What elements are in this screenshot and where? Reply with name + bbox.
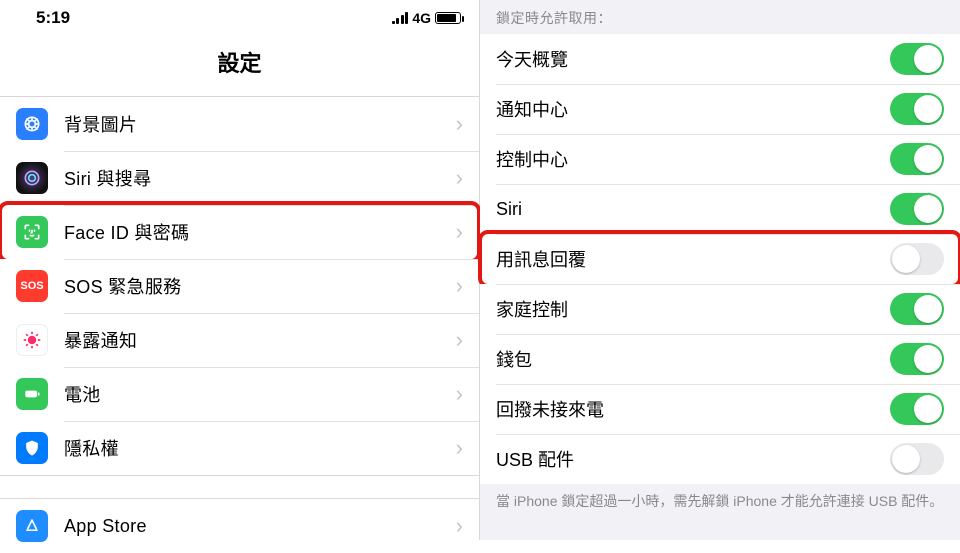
wallpaper-icon	[16, 108, 48, 140]
siri-icon	[16, 162, 48, 194]
footer-note: 當 iPhone 鎖定超過一小時，需先解鎖 iPhone 才能允許連接 USB …	[480, 484, 960, 512]
exposure-icon	[16, 324, 48, 356]
toggle-label: 通知中心	[496, 96, 890, 122]
settings-row[interactable]: Face ID 與密碼›	[0, 205, 479, 259]
settings-label: 背景圖片	[64, 111, 456, 137]
chevron-right-icon: ›	[456, 167, 463, 189]
settings-label: SOS 緊急服務	[64, 273, 456, 299]
privacy-icon	[16, 432, 48, 464]
toggle-switch[interactable]	[890, 43, 944, 75]
toggle-row: 用訊息回覆	[480, 234, 960, 284]
toggle-switch[interactable]	[890, 243, 944, 275]
settings-label: 電池	[64, 381, 456, 407]
toggle-switch[interactable]	[890, 193, 944, 225]
status-right: 4G	[392, 10, 461, 26]
settings-row[interactable]: SOS SOS 緊急服務›	[0, 259, 479, 313]
toggle-switch[interactable]	[890, 143, 944, 175]
settings-row[interactable]: 電池›	[0, 367, 479, 421]
appstore-icon	[16, 510, 48, 542]
chevron-right-icon: ›	[456, 383, 463, 405]
allow-access-list: 今天概覽通知中心控制中心 Siri 用訊息回覆家庭控制錢包回撥未接來電 USB 配件	[480, 34, 960, 484]
toggle-label: 家庭控制	[496, 296, 890, 322]
status-time: 5:19	[36, 8, 70, 28]
faceid-allow-panel: 鎖定時允許取用： 今天概覽通知中心控制中心 Siri 用訊息回覆家庭控制錢包回撥未接…	[480, 0, 960, 540]
chevron-right-icon: ›	[456, 221, 463, 243]
toggle-switch[interactable]	[890, 93, 944, 125]
settings-label: Siri 與搜尋	[64, 165, 456, 191]
toggle-row: Siri	[480, 184, 960, 234]
toggle-switch[interactable]	[890, 443, 944, 475]
toggle-row: 回撥未接來電	[480, 384, 960, 434]
toggle-row: 家庭控制	[480, 284, 960, 334]
battery-icon	[16, 378, 48, 410]
network-label: 4G	[412, 10, 431, 26]
settings-label: App Store	[64, 516, 456, 537]
toggle-label: 控制中心	[496, 146, 890, 172]
toggle-row: USB 配件	[480, 434, 960, 484]
signal-icon	[392, 12, 409, 24]
sos-icon: SOS	[16, 270, 48, 302]
toggle-label: 錢包	[496, 346, 890, 372]
chevron-right-icon: ›	[456, 437, 463, 459]
toggle-label: Siri	[496, 199, 890, 220]
toggle-label: 用訊息回覆	[496, 246, 890, 272]
battery-icon	[435, 12, 461, 24]
section-header: 鎖定時允許取用：	[480, 0, 960, 34]
status-bar: 5:19 4G	[0, 0, 479, 36]
toggle-switch[interactable]	[890, 293, 944, 325]
toggle-row: 通知中心	[480, 84, 960, 134]
settings-row[interactable]: 背景圖片›	[0, 97, 479, 151]
toggle-row: 控制中心	[480, 134, 960, 184]
settings-label: Face ID 與密碼	[64, 219, 456, 245]
faceid-icon	[16, 216, 48, 248]
toggle-label: 今天概覽	[496, 46, 890, 72]
toggle-label: USB 配件	[496, 446, 890, 472]
toggle-switch[interactable]	[890, 343, 944, 375]
settings-row[interactable]: 暴露通知›	[0, 313, 479, 367]
settings-row[interactable]: 隱私權›	[0, 421, 479, 475]
toggle-row: 錢包	[480, 334, 960, 384]
settings-group-1: 背景圖片›Siri 與搜尋›Face ID 與密碼›SOSSOS 緊急服務›暴露…	[0, 96, 479, 476]
settings-row[interactable]: Siri 與搜尋›	[0, 151, 479, 205]
chevron-right-icon: ›	[456, 275, 463, 297]
settings-label: 隱私權	[64, 435, 456, 461]
chevron-right-icon: ›	[456, 329, 463, 351]
chevron-right-icon: ›	[456, 515, 463, 537]
settings-panel: 5:19 4G 設定 背景圖片›Siri 與搜尋›Face ID 與密碼›SOS…	[0, 0, 480, 540]
settings-label: 暴露通知	[64, 327, 456, 353]
page-title: 設定	[0, 36, 479, 96]
settings-group-2: App Store›	[0, 498, 479, 553]
settings-row[interactable]: App Store›	[0, 499, 479, 553]
toggle-row: 今天概覽	[480, 34, 960, 84]
toggle-label: 回撥未接來電	[496, 396, 890, 422]
toggle-switch[interactable]	[890, 393, 944, 425]
chevron-right-icon: ›	[456, 113, 463, 135]
